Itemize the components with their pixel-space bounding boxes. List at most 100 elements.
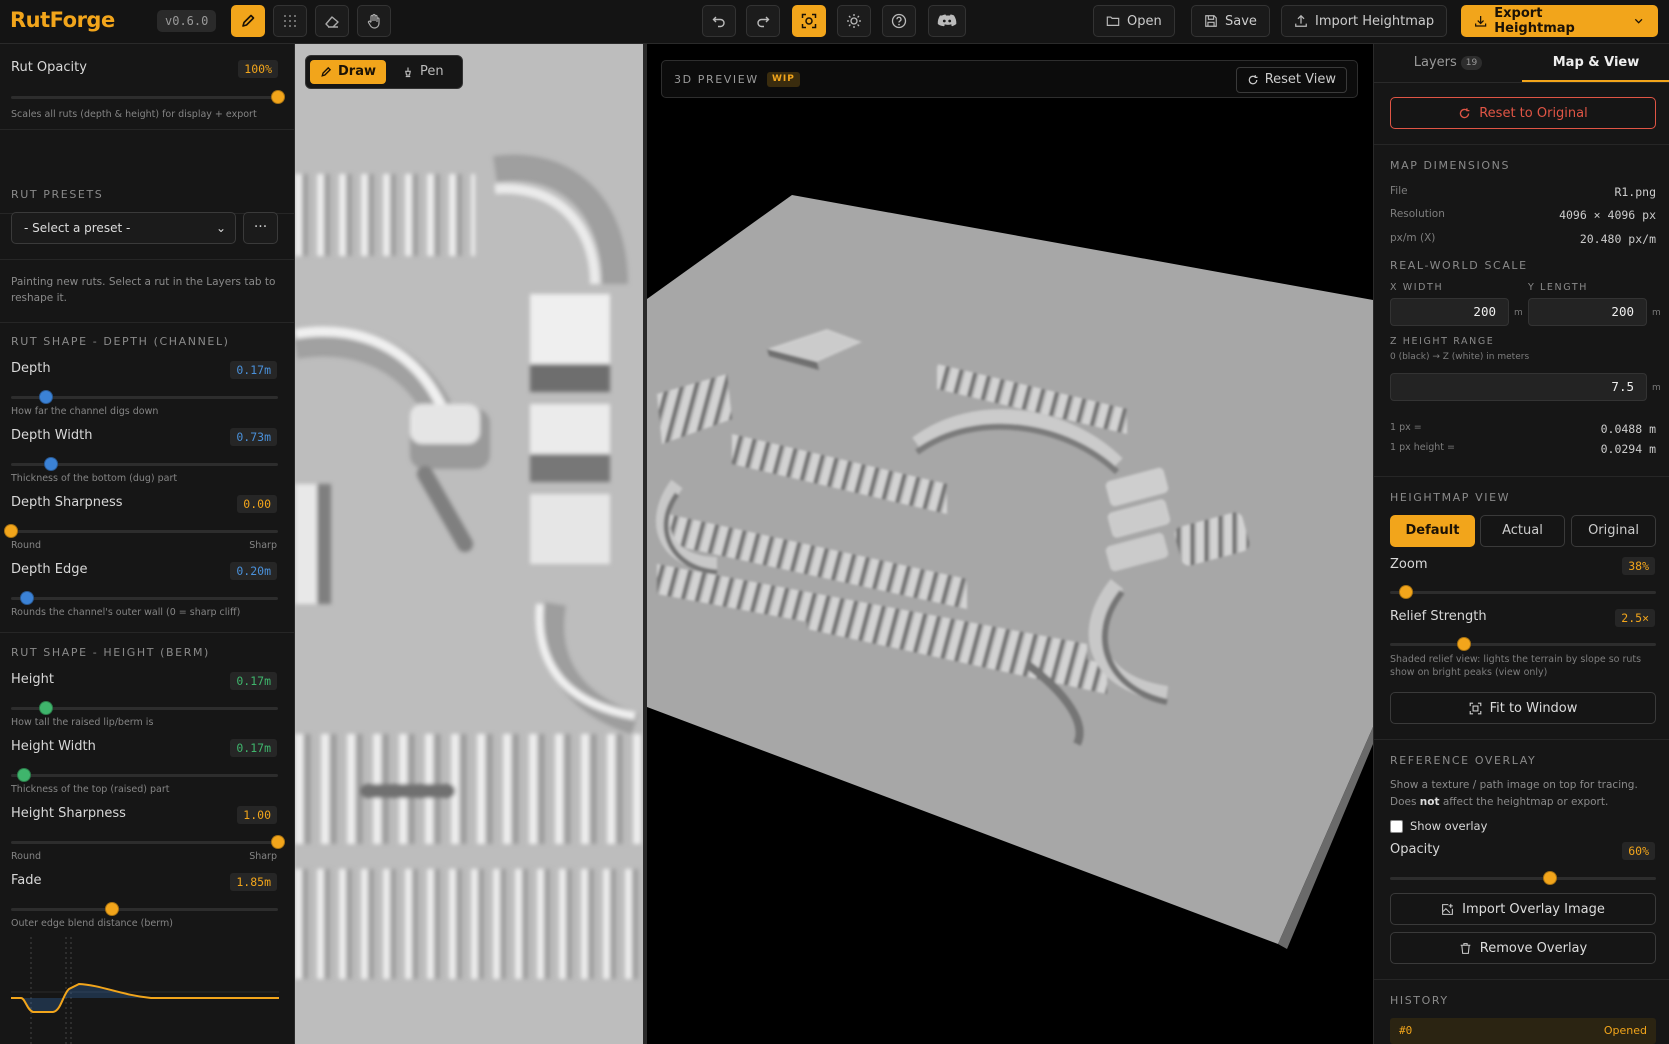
rut-opacity-slider[interactable] bbox=[11, 90, 285, 104]
save-label: Save bbox=[1225, 13, 1257, 29]
preset-more-button[interactable]: ··· bbox=[243, 212, 278, 244]
reset-original-button[interactable]: Reset to Original bbox=[1390, 97, 1656, 129]
view-actual-button[interactable]: Actual bbox=[1480, 515, 1565, 547]
reset-view-button[interactable]: Reset View bbox=[1235, 67, 1347, 93]
depth-width-label: Depth Width bbox=[11, 428, 93, 443]
preview-3d-canvas[interactable]: 3D PREVIEW WIP Reset View bbox=[647, 44, 1373, 1044]
help-button[interactable] bbox=[882, 5, 916, 37]
painting-info-text: Painting new ruts. Select a rut in the L… bbox=[11, 276, 276, 304]
import-overlay-button[interactable]: Import Overlay Image bbox=[1390, 893, 1656, 925]
history-item[interactable]: #0 Opened bbox=[1390, 1018, 1656, 1044]
z-height-input[interactable]: 7.5 bbox=[1390, 373, 1647, 401]
depth-edge-hint: Rounds the channel's outer wall (0 = sha… bbox=[11, 607, 241, 618]
sun-icon bbox=[847, 14, 861, 28]
height-sharpness-value: 1.00 bbox=[237, 806, 277, 824]
preset-select[interactable]: - Select a preset - ⌄ bbox=[11, 212, 236, 244]
draw-mode-toggle: Draw Pen bbox=[305, 55, 463, 89]
overlay-desc-c: affect the heightmap or export. bbox=[1439, 796, 1609, 808]
y-length-unit: m bbox=[1652, 308, 1661, 318]
layers-count-badge: 19 bbox=[1460, 56, 1483, 70]
focus-view-button[interactable] bbox=[792, 5, 826, 37]
heightmap-2d-canvas[interactable]: Draw Pen bbox=[295, 44, 643, 1044]
fit-icon bbox=[1469, 702, 1481, 714]
save-button[interactable]: Save bbox=[1191, 5, 1270, 37]
height-label: Height bbox=[11, 672, 54, 687]
relief-strength-knob[interactable] bbox=[1457, 637, 1472, 651]
app-logo: RutForge bbox=[10, 8, 115, 32]
zoom-knob[interactable] bbox=[1398, 585, 1413, 599]
fade-slider[interactable] bbox=[11, 902, 278, 916]
view-default-button[interactable]: Default bbox=[1390, 515, 1475, 547]
px-label: 1 px = bbox=[1390, 422, 1422, 433]
terrain-3d-render bbox=[647, 195, 1373, 949]
chevron-down-icon bbox=[1634, 18, 1643, 24]
overlay-opacity-slider[interactable] bbox=[1390, 871, 1656, 885]
depth-sharpness-knob[interactable] bbox=[4, 524, 18, 538]
draw-mode-button[interactable]: Draw bbox=[310, 60, 386, 84]
tab-map-view-label: Map & View bbox=[1552, 55, 1640, 70]
overlay-opacity-label: Opacity bbox=[1390, 842, 1441, 857]
relief-strength-slider[interactable] bbox=[1390, 637, 1656, 651]
rut-presets-section: RUT PRESETS bbox=[0, 130, 294, 214]
export-heightmap-button[interactable]: Export Heightmap bbox=[1461, 5, 1658, 37]
history-heading: HISTORY bbox=[1390, 994, 1449, 1007]
depth-slider[interactable] bbox=[11, 390, 278, 404]
pen-mode-button[interactable]: Pen bbox=[392, 60, 454, 84]
rut-stroke bbox=[295, 174, 475, 256]
height-sharpness-knob[interactable] bbox=[271, 835, 285, 849]
export-heightmap-label: Export Heightmap bbox=[1494, 6, 1575, 36]
undo-button[interactable] bbox=[702, 5, 736, 37]
depth-sharpness-slider[interactable] bbox=[4, 524, 278, 538]
depth-width-knob[interactable] bbox=[44, 457, 59, 471]
import-heightmap-button[interactable]: Import Heightmap bbox=[1281, 5, 1448, 37]
open-button[interactable]: Open bbox=[1093, 5, 1175, 37]
rut-opacity-value: 100% bbox=[238, 60, 278, 78]
height-section-heading: RUT SHAPE - HEIGHT (BERM) bbox=[11, 646, 210, 659]
height-width-slider[interactable] bbox=[11, 768, 278, 782]
depth-edge-label: Depth Edge bbox=[11, 562, 88, 577]
tab-divider bbox=[1374, 82, 1669, 83]
height-knob[interactable] bbox=[38, 701, 53, 715]
rut-opacity-knob[interactable] bbox=[271, 90, 285, 104]
depth-edge-knob[interactable] bbox=[20, 591, 35, 605]
height-sharpness-round: Round bbox=[11, 851, 42, 862]
depth-knob[interactable] bbox=[38, 390, 53, 404]
tab-layers-label: Layers bbox=[1413, 55, 1457, 70]
depth-hint: How far the channel digs down bbox=[11, 406, 159, 417]
redo-button[interactable] bbox=[746, 5, 780, 37]
fit-to-window-button[interactable]: Fit to Window bbox=[1390, 692, 1656, 724]
overlay-opacity-knob[interactable] bbox=[1542, 871, 1557, 885]
depth-width-slider[interactable] bbox=[11, 457, 278, 471]
view-original-button[interactable]: Original bbox=[1571, 515, 1656, 547]
eraser-tool-button[interactable] bbox=[315, 5, 349, 37]
pen-mode-label: Pen bbox=[420, 64, 444, 79]
draw-tool-button[interactable] bbox=[231, 5, 265, 37]
discord-button[interactable] bbox=[928, 5, 966, 37]
height-width-knob[interactable] bbox=[17, 768, 32, 782]
fade-knob[interactable] bbox=[105, 902, 120, 916]
pan-tool-button[interactable] bbox=[357, 5, 391, 37]
zoom-slider[interactable] bbox=[1390, 585, 1656, 599]
x-width-input[interactable]: 200 bbox=[1390, 298, 1509, 326]
height-sharpness-slider[interactable] bbox=[11, 835, 285, 849]
tab-map-view[interactable]: Map & View bbox=[1522, 44, 1669, 82]
px-row: 1 px = 0.0488 m bbox=[1390, 422, 1656, 436]
hand-icon bbox=[367, 13, 380, 29]
depth-edge-slider[interactable] bbox=[11, 591, 278, 605]
y-length-input[interactable]: 200 bbox=[1528, 298, 1647, 326]
pencil-icon bbox=[321, 66, 332, 77]
file-row: File R1.png bbox=[1390, 185, 1656, 199]
overlay-description: Show a texture / path image on top for t… bbox=[1390, 777, 1656, 811]
height-slider[interactable] bbox=[11, 701, 278, 715]
preview-header: 3D PREVIEW WIP Reset View bbox=[661, 60, 1358, 98]
pxm-label: px/m (X) bbox=[1390, 232, 1436, 244]
divider bbox=[0, 259, 294, 260]
theme-toggle-button[interactable] bbox=[837, 5, 871, 37]
tab-layers[interactable]: Layers 19 bbox=[1374, 44, 1522, 82]
show-overlay-checkbox[interactable] bbox=[1390, 820, 1403, 833]
z-height-label: Z HEIGHT RANGE bbox=[1390, 336, 1495, 347]
grid-tool-button[interactable] bbox=[273, 5, 307, 37]
file-label: File bbox=[1390, 185, 1408, 197]
remove-overlay-button[interactable]: Remove Overlay bbox=[1390, 932, 1656, 964]
depth-section-heading: RUT SHAPE - DEPTH (CHANNEL) bbox=[11, 335, 230, 348]
